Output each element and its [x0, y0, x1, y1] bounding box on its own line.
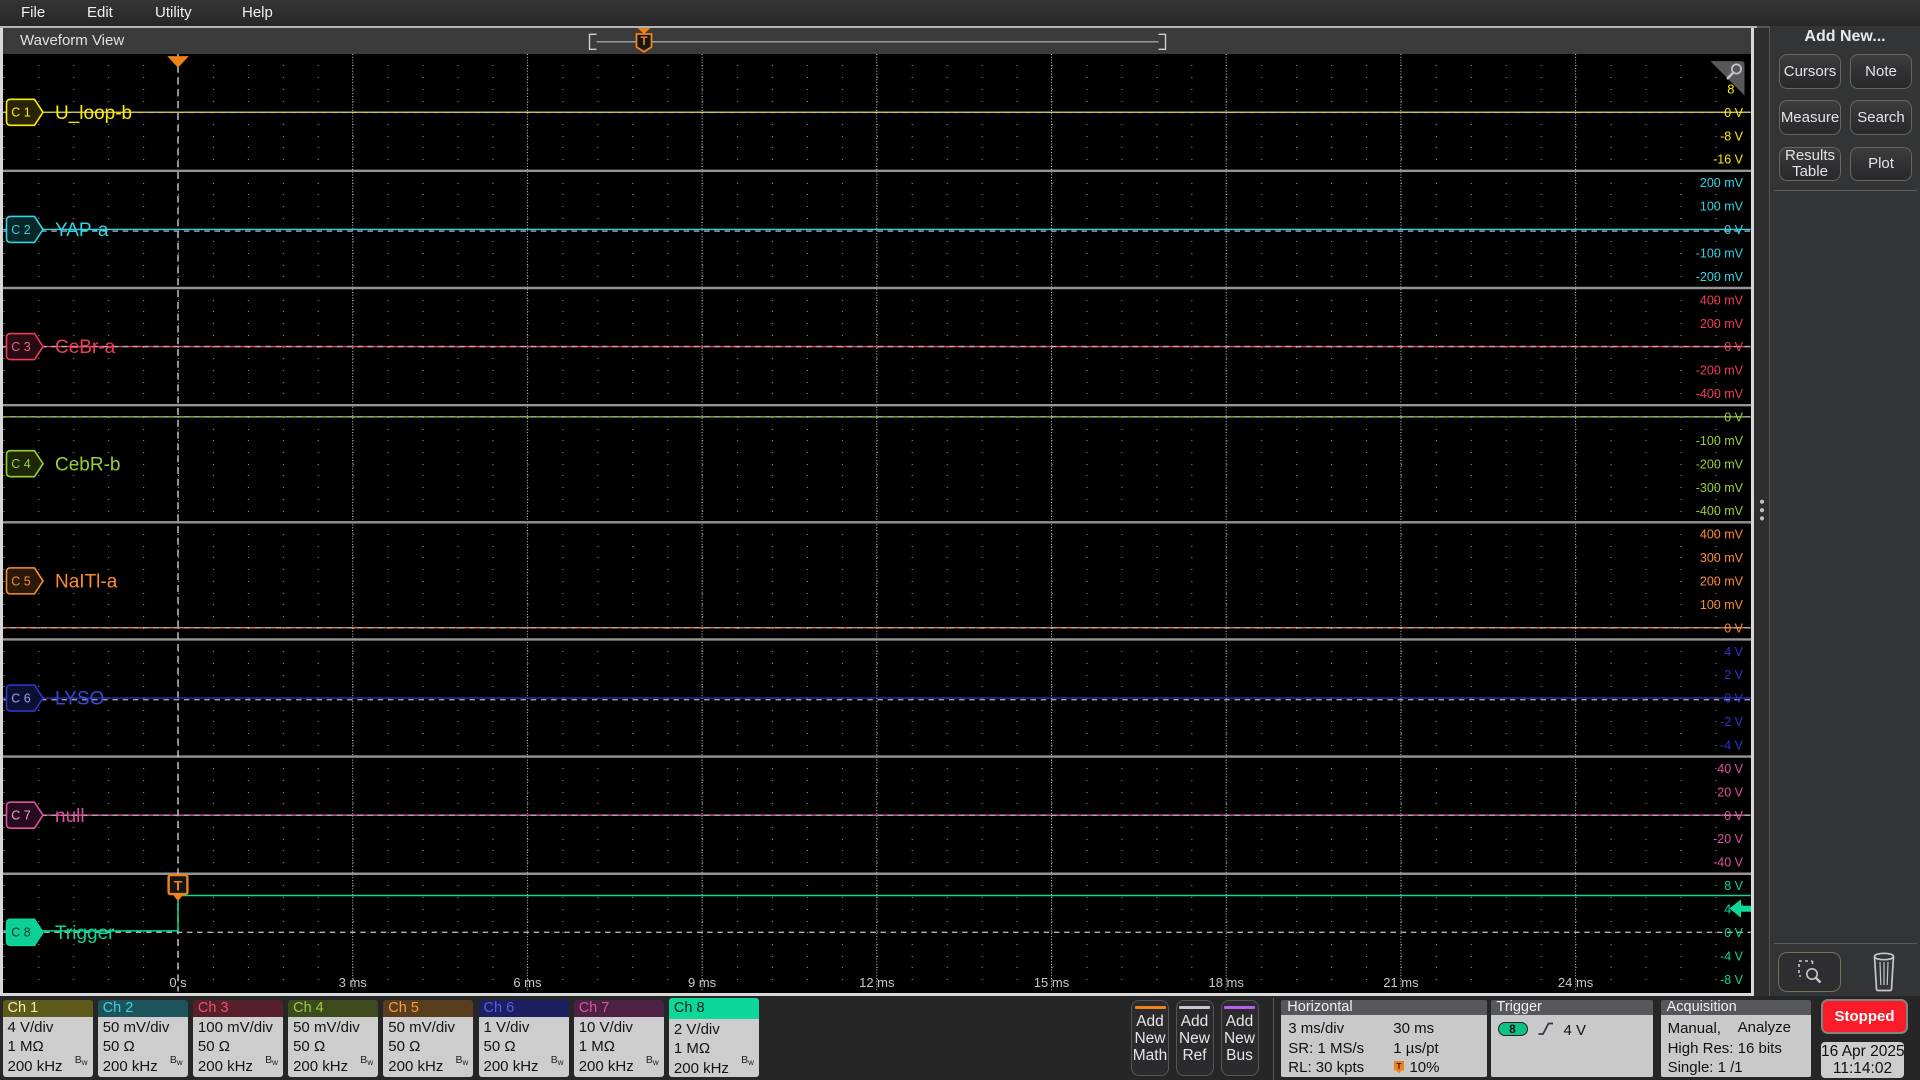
svg-text:-200 mV: -200 mV — [1696, 363, 1744, 377]
svg-text:LYSO: LYSO — [55, 688, 104, 709]
svg-text:300 mV: 300 mV — [1700, 551, 1744, 565]
svg-text:T: T — [1397, 1061, 1403, 1071]
svg-text:200 mV: 200 mV — [1700, 316, 1744, 330]
svg-text:400 mV: 400 mV — [1700, 527, 1744, 541]
svg-text:200 mV: 200 mV — [1700, 176, 1744, 190]
svg-text:0 V: 0 V — [1724, 691, 1743, 705]
svg-text:-400 mV: -400 mV — [1696, 387, 1744, 401]
svg-text:-400 mV: -400 mV — [1696, 504, 1744, 518]
svg-text:-16 V: -16 V — [1713, 152, 1744, 166]
svg-text:-4 V: -4 V — [1720, 949, 1744, 963]
svg-text:-20 V: -20 V — [1713, 832, 1744, 846]
svg-text:C 1: C 1 — [11, 105, 31, 119]
svg-text:YAP-a: YAP-a — [55, 220, 109, 241]
svg-text:12 ms: 12 ms — [859, 975, 895, 990]
svg-text:20 V: 20 V — [1717, 785, 1743, 799]
svg-text:-200 mV: -200 mV — [1696, 457, 1744, 471]
svg-text:4 V: 4 V — [1724, 644, 1743, 658]
svg-text:8: 8 — [1727, 81, 1734, 96]
svg-text:3 ms: 3 ms — [339, 975, 368, 990]
svg-text:Trigger: Trigger — [55, 922, 115, 943]
svg-text:6 ms: 6 ms — [513, 975, 542, 990]
svg-text:0 V: 0 V — [1724, 340, 1743, 354]
svg-text:NaITl-a: NaITl-a — [55, 571, 118, 592]
svg-text:0 V: 0 V — [1724, 925, 1743, 939]
svg-text:-300 mV: -300 mV — [1696, 480, 1744, 494]
svg-text:-8 V: -8 V — [1720, 972, 1744, 986]
svg-text:-2 V: -2 V — [1720, 715, 1744, 729]
svg-text:0 V: 0 V — [1724, 621, 1743, 635]
svg-text:-40 V: -40 V — [1713, 855, 1744, 869]
svg-text:21 ms: 21 ms — [1383, 975, 1419, 990]
svg-text:-100 mV: -100 mV — [1696, 246, 1744, 260]
svg-text:C 3: C 3 — [11, 339, 31, 353]
svg-text:C 8: C 8 — [11, 925, 31, 939]
svg-text:-200 mV: -200 mV — [1696, 269, 1744, 283]
svg-text:CebR-b: CebR-b — [55, 454, 120, 475]
svg-text:24 ms: 24 ms — [1558, 975, 1594, 990]
svg-text:40 V: 40 V — [1717, 761, 1743, 775]
svg-text:-100 mV: -100 mV — [1696, 433, 1744, 447]
svg-text:C 2: C 2 — [11, 222, 31, 236]
svg-text:15 ms: 15 ms — [1034, 975, 1070, 990]
svg-text:18 ms: 18 ms — [1208, 975, 1244, 990]
svg-text:null: null — [55, 805, 85, 826]
svg-text:100 mV: 100 mV — [1700, 199, 1744, 213]
svg-text:C 4: C 4 — [11, 457, 31, 471]
svg-text:C 7: C 7 — [11, 808, 31, 822]
svg-text:0 V: 0 V — [1724, 223, 1743, 237]
svg-text:T: T — [640, 36, 647, 48]
svg-text:200 mV: 200 mV — [1700, 574, 1744, 588]
svg-text:-4 V: -4 V — [1720, 738, 1744, 752]
svg-text:0 V: 0 V — [1724, 410, 1743, 424]
svg-text:0 s: 0 s — [169, 975, 187, 990]
svg-text:U_loop-b: U_loop-b — [55, 102, 132, 123]
svg-text:9 ms: 9 ms — [688, 975, 717, 990]
svg-text:2 V: 2 V — [1724, 668, 1743, 682]
svg-text:0 V: 0 V — [1724, 808, 1743, 822]
svg-text:C 5: C 5 — [11, 574, 31, 588]
svg-text:8 V: 8 V — [1724, 879, 1743, 893]
svg-text:CeBr-a: CeBr-a — [55, 337, 116, 358]
svg-text:100 mV: 100 mV — [1700, 597, 1744, 611]
svg-text:0 V: 0 V — [1724, 105, 1743, 119]
svg-text:400 mV: 400 mV — [1700, 293, 1744, 307]
svg-text:T: T — [174, 877, 183, 893]
svg-text:C 6: C 6 — [11, 691, 31, 705]
svg-text:-8 V: -8 V — [1720, 129, 1744, 143]
